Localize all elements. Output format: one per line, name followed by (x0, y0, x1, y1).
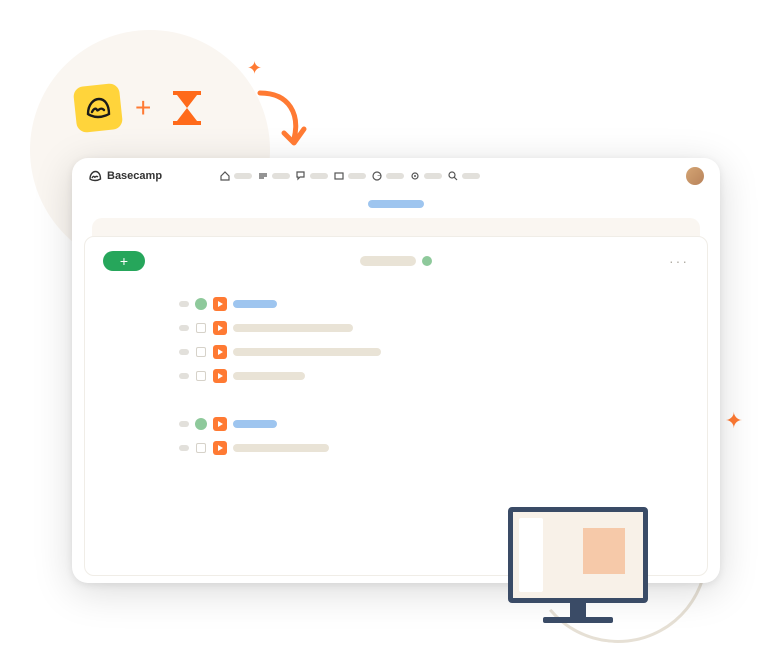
play-icon[interactable] (213, 417, 227, 431)
nav-stuff[interactable] (410, 171, 442, 181)
todo-list (179, 297, 689, 455)
task-bar (233, 420, 277, 428)
play-icon[interactable] (213, 321, 227, 335)
play-icon[interactable] (213, 441, 227, 455)
sparkle-icon: ✦ (725, 408, 743, 434)
card-title (360, 256, 432, 266)
drag-handle-icon[interactable] (179, 301, 189, 307)
status-dot-icon (195, 298, 207, 310)
search-icon (448, 171, 458, 181)
task-bar (233, 372, 305, 380)
pings-icon (296, 171, 306, 181)
home-icon (220, 171, 230, 181)
integration-logos: + (75, 85, 209, 131)
avatar[interactable] (686, 167, 704, 185)
drag-handle-icon[interactable] (179, 373, 189, 379)
play-icon[interactable] (213, 345, 227, 359)
checkbox[interactable] (196, 443, 206, 453)
list-item[interactable] (179, 297, 689, 311)
nav-hey[interactable] (334, 171, 366, 181)
brand-name: Basecamp (107, 170, 162, 182)
arrow-icon (250, 85, 310, 155)
status-dot-icon (195, 418, 207, 430)
basecamp-badge-icon (73, 83, 124, 134)
checkbox[interactable] (196, 323, 206, 333)
nav-pings[interactable] (296, 171, 328, 181)
list-item[interactable] (179, 369, 689, 383)
monitor-screen-icon (508, 507, 648, 603)
sparkle-icon: ✦ (247, 58, 262, 79)
list-item[interactable] (179, 417, 689, 431)
add-button[interactable]: + (103, 251, 145, 271)
drag-handle-icon[interactable] (179, 325, 189, 331)
task-bar (233, 300, 277, 308)
list-item[interactable] (179, 345, 689, 359)
basecamp-logo-icon (88, 170, 102, 182)
hourglass-icon (165, 86, 209, 130)
active-tab-indicator (368, 200, 424, 208)
topbar: Basecamp (72, 158, 720, 194)
play-icon[interactable] (213, 369, 227, 383)
more-menu[interactable]: ··· (669, 253, 689, 269)
nav-find[interactable] (448, 171, 480, 181)
drag-handle-icon[interactable] (179, 421, 189, 427)
nav (220, 171, 480, 181)
drag-handle-icon[interactable] (179, 445, 189, 451)
play-icon[interactable] (213, 297, 227, 311)
activity-icon (372, 171, 382, 181)
task-bar (233, 324, 353, 332)
task-bar (233, 444, 329, 452)
gear-icon (410, 171, 420, 181)
list-item[interactable] (179, 321, 689, 335)
status-dot-icon (422, 256, 432, 266)
drag-handle-icon[interactable] (179, 349, 189, 355)
monitor-illustration (508, 507, 648, 623)
task-bar (233, 348, 381, 356)
checkbox[interactable] (196, 371, 206, 381)
lineup-icon (258, 171, 268, 181)
stacked-card-back (92, 218, 700, 236)
hey-icon (334, 171, 344, 181)
list-item[interactable] (179, 441, 689, 455)
nav-home[interactable] (220, 171, 252, 181)
checkbox[interactable] (196, 347, 206, 357)
plus-icon: + (135, 92, 151, 124)
nav-activity[interactable] (372, 171, 404, 181)
nav-lineup[interactable] (258, 171, 290, 181)
brand[interactable]: Basecamp (88, 170, 162, 182)
